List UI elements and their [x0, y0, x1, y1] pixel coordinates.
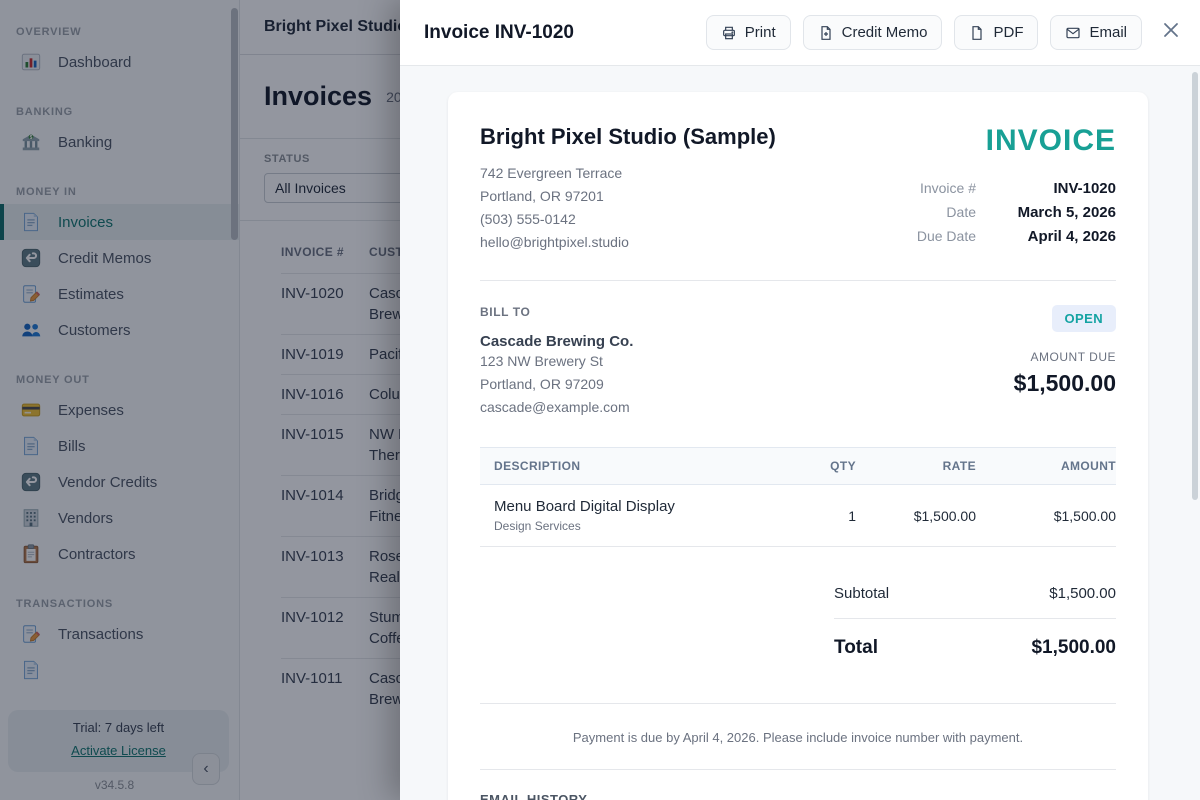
invoice-modal: Invoice INV-1020 Print Credit Memo PDF Emai… [400, 0, 1200, 800]
meta-label: Invoice # [920, 180, 976, 196]
meta-label: Due Date [917, 228, 976, 244]
invoice-meta-row: Due DateApril 4, 2026 [917, 224, 1116, 248]
line-item-name: Menu Board Digital Display [494, 498, 786, 515]
bill-to-address-line: cascade@example.com [480, 396, 633, 419]
button-label: Credit Memo [842, 24, 928, 41]
company-address-line: Portland, OR 97201 [480, 185, 776, 208]
button-label: PDF [993, 24, 1023, 41]
close-icon [1162, 21, 1180, 44]
divider [480, 769, 1116, 770]
divider [834, 618, 1116, 619]
file-plus-icon [818, 25, 834, 41]
col-description: DESCRIPTION [480, 448, 786, 484]
credit-memo-button[interactable]: Credit Memo [803, 15, 943, 50]
company-address-line: 742 Evergreen Terrace [480, 162, 776, 185]
modal-header: Invoice INV-1020 Print Credit Memo PDF Emai… [400, 0, 1200, 66]
meta-value: April 4, 2026 [976, 228, 1116, 245]
invoice-meta-row: Invoice #INV-1020 [917, 176, 1116, 200]
line-items-body: Menu Board Digital Display Design Service… [480, 485, 1116, 547]
meta-value: March 5, 2026 [976, 204, 1116, 221]
subtotal-label: Subtotal [834, 585, 889, 602]
line-item-row: Menu Board Digital Display Design Service… [480, 485, 1116, 547]
bill-to-address-line: Portland, OR 97209 [480, 373, 633, 396]
invoice-header: Bright Pixel Studio (Sample) 742 Evergre… [480, 124, 1116, 254]
email-history-label: EMAIL HISTORY [480, 792, 1116, 800]
email-button[interactable]: Email [1050, 15, 1142, 50]
bill-to-address-line: 123 NW Brewery St [480, 350, 633, 373]
line-item-amount: $1,500.00 [976, 495, 1116, 537]
envelope-icon [1065, 25, 1081, 41]
line-items-header: DESCRIPTION QTY RATE AMOUNT [480, 447, 1116, 485]
printer-icon [721, 25, 737, 41]
line-item-detail: Design Services [494, 519, 786, 533]
line-item-qty: 1 [786, 495, 856, 537]
modal-title: Invoice INV-1020 [424, 22, 694, 44]
status-badge: OPEN [1052, 305, 1116, 332]
col-amount: AMOUNT [976, 448, 1116, 484]
document-type-label: INVOICE [917, 124, 1116, 158]
bill-to-address: 123 NW Brewery StPortland, OR 97209casca… [480, 350, 633, 419]
col-qty: QTY [786, 448, 856, 484]
divider [480, 280, 1116, 281]
divider [480, 703, 1116, 704]
line-item-description: Menu Board Digital Display Design Service… [480, 485, 786, 546]
line-item-rate: $1,500.00 [856, 495, 976, 537]
bill-to-name: Cascade Brewing Co. [480, 333, 633, 350]
total-label: Total [834, 637, 878, 659]
company-address-line: hello@brightpixel.studio [480, 231, 776, 254]
subtotal-value: $1,500.00 [1049, 585, 1116, 602]
invoice-card: Bright Pixel Studio (Sample) 742 Evergre… [448, 92, 1148, 800]
payment-note: Payment is due by April 4, 2026. Please … [480, 730, 1116, 745]
bill-to-label: BILL TO [480, 305, 633, 319]
totals-section: Subtotal $1,500.00 Total $1,500.00 [834, 585, 1116, 659]
pdf-button[interactable]: PDF [954, 15, 1038, 50]
amount-due-label: AMOUNT DUE [1014, 350, 1116, 364]
button-label: Email [1089, 24, 1127, 41]
screen: OVERVIEWDashboardBANKING$BankingMONEY IN… [0, 0, 1200, 800]
company-name: Bright Pixel Studio (Sample) [480, 124, 776, 150]
close-button[interactable] [1162, 21, 1180, 44]
col-rate: RATE [856, 448, 976, 484]
button-label: Print [745, 24, 776, 41]
print-button[interactable]: Print [706, 15, 791, 50]
total-value: $1,500.00 [1031, 637, 1116, 659]
meta-label: Date [946, 204, 976, 220]
modal-actions: Print Credit Memo PDF Email [694, 15, 1142, 50]
amount-due-value: $1,500.00 [1014, 370, 1116, 397]
company-address-line: (503) 555-0142 [480, 208, 776, 231]
line-items-table: DESCRIPTION QTY RATE AMOUNT Menu Board D… [480, 447, 1116, 547]
company-address: 742 Evergreen TerracePortland, OR 97201(… [480, 162, 776, 254]
invoice-meta-row: DateMarch 5, 2026 [917, 200, 1116, 224]
bill-to-section: BILL TO Cascade Brewing Co. 123 NW Brewe… [480, 305, 1116, 419]
modal-body: Bright Pixel Studio (Sample) 742 Evergre… [400, 67, 1200, 800]
meta-value: INV-1020 [976, 180, 1116, 197]
modal-scrollbar-thumb[interactable] [1192, 72, 1198, 500]
invoice-meta: Invoice #INV-1020DateMarch 5, 2026Due Da… [917, 176, 1116, 248]
file-icon [969, 25, 985, 41]
